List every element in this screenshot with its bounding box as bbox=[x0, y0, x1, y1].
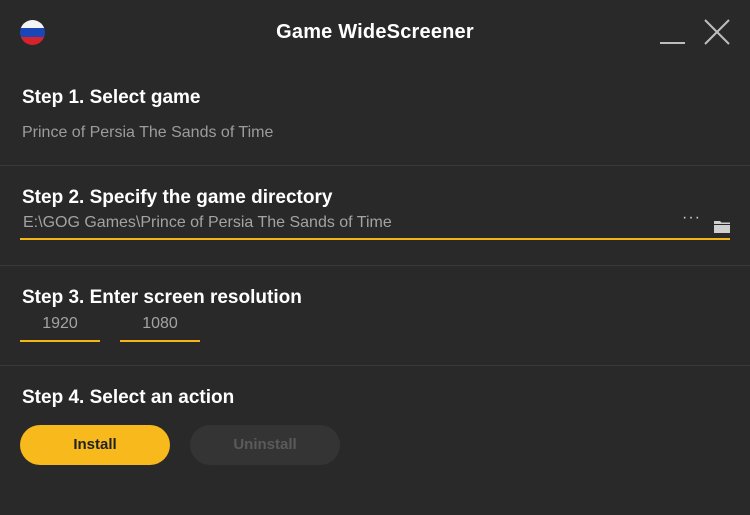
app-title: Game WideScreener bbox=[276, 21, 474, 43]
resolution-height-input[interactable] bbox=[120, 315, 200, 333]
uninstall-button[interactable]: Uninstall bbox=[190, 425, 340, 465]
close-icon bbox=[704, 19, 730, 45]
folder-icon[interactable] bbox=[714, 220, 730, 233]
resolution-height-field bbox=[120, 309, 200, 342]
step3-title: Step 3. Enter screen resolution bbox=[22, 287, 302, 308]
step3-section bbox=[0, 265, 750, 365]
browse-dots-button[interactable]: ··· bbox=[682, 209, 701, 227]
minimize-icon bbox=[660, 42, 685, 44]
directory-field: ··· bbox=[20, 209, 730, 240]
minimize-button[interactable] bbox=[659, 18, 687, 46]
install-button[interactable]: Install bbox=[20, 425, 170, 465]
close-button[interactable] bbox=[703, 18, 731, 46]
resolution-width-input[interactable] bbox=[20, 315, 100, 333]
resolution-width-field bbox=[20, 309, 100, 342]
title-bar: Game WideScreener bbox=[0, 0, 750, 64]
step1-section bbox=[0, 64, 750, 165]
selected-game[interactable]: Prince of Persia The Sands of Time bbox=[22, 124, 273, 142]
step4-title: Step 4. Select an action bbox=[22, 387, 235, 408]
step1-title: Step 1. Select game bbox=[22, 87, 201, 108]
app-window: Game WideScreener Step 1. Select game Pr… bbox=[0, 0, 750, 515]
step2-title: Step 2. Specify the game directory bbox=[22, 187, 333, 208]
directory-input[interactable] bbox=[23, 214, 663, 232]
